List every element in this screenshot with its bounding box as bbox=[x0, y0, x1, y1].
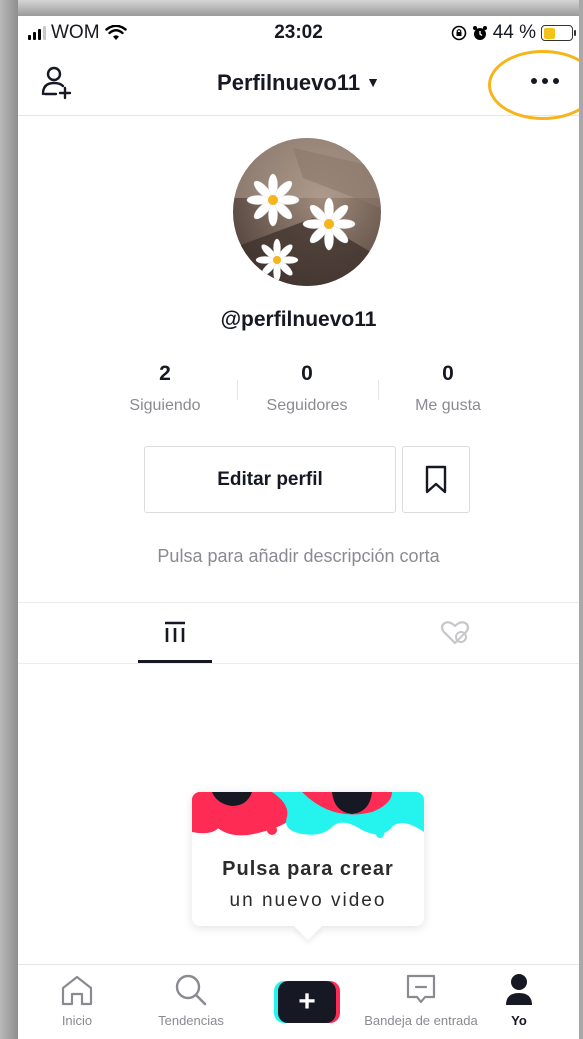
create-prompt-subtitle: un nuevo video bbox=[229, 890, 387, 911]
nav-me[interactable]: Yo bbox=[484, 973, 554, 1028]
bottom-navigation: Inicio Tendencias + Bandeja de entrada Y… bbox=[18, 964, 579, 1039]
profile-icon bbox=[506, 974, 532, 1005]
stat-value: 0 bbox=[442, 362, 454, 385]
favorites-button[interactable] bbox=[402, 446, 470, 513]
edit-profile-button[interactable]: Editar perfil bbox=[144, 446, 396, 513]
battery-icon bbox=[541, 25, 576, 41]
inbox-icon bbox=[406, 974, 436, 1004]
rotation-lock-icon bbox=[451, 25, 466, 41]
status-bar: WOM 23:02 44 % bbox=[18, 16, 579, 50]
nav-home-label: Inicio bbox=[61, 1013, 93, 1028]
create-video-prompt[interactable]: Pulsa para crear un nuevo video bbox=[192, 792, 424, 941]
stat-label: Me gusta bbox=[415, 397, 481, 414]
chevron-down-icon: ▼ bbox=[366, 74, 380, 90]
device-frame-left bbox=[0, 0, 18, 1039]
stat-label: Seguidores bbox=[266, 397, 348, 414]
profile-tabs bbox=[18, 602, 579, 664]
profile-header: Perfilnuevo11 ▼ bbox=[18, 50, 579, 116]
device-frame-top bbox=[0, 0, 583, 16]
stat-label: Siguiendo bbox=[129, 397, 201, 414]
home-icon bbox=[61, 975, 93, 1006]
nav-discover-label: Tendencias bbox=[158, 1013, 224, 1028]
nav-home[interactable]: Inicio bbox=[22, 973, 132, 1028]
liked-videos-icon bbox=[440, 621, 470, 645]
tab-videos[interactable] bbox=[138, 603, 212, 663]
username: @perfilnuevo11 bbox=[220, 308, 377, 331]
nav-me-label: Yo bbox=[511, 1013, 527, 1028]
plus-icon: + bbox=[278, 981, 336, 1023]
alarm-icon bbox=[472, 26, 487, 40]
status-right: 44 % bbox=[451, 22, 576, 44]
create-prompt-artwork bbox=[192, 792, 424, 854]
create-prompt-title: Pulsa para crear bbox=[222, 858, 394, 880]
stat-followers[interactable]: 0 Seguidores bbox=[232, 362, 382, 415]
nav-inbox[interactable]: Bandeja de entrada bbox=[356, 973, 486, 1028]
videos-grid-icon bbox=[165, 621, 185, 642]
account-switcher[interactable]: Perfilnuevo11 ▼ bbox=[18, 70, 579, 96]
stat-value: 0 bbox=[301, 362, 313, 385]
more-options-icon[interactable] bbox=[523, 64, 567, 98]
page-title: Perfilnuevo11 bbox=[217, 70, 361, 95]
phone-screen: WOM 23:02 44 % Perfilnuevo11 ▼ @perfilnu… bbox=[18, 16, 579, 1039]
battery-fill bbox=[543, 27, 556, 39]
tooltip-pointer bbox=[293, 911, 323, 941]
nav-inbox-label: Bandeja de entrada bbox=[364, 1013, 478, 1028]
device-frame-right bbox=[579, 0, 583, 1039]
stat-value: 2 bbox=[159, 362, 171, 385]
stat-following[interactable]: 2 Siguiendo bbox=[90, 362, 240, 415]
create-button[interactable]: + bbox=[274, 981, 340, 1023]
stat-likes[interactable]: 0 Me gusta bbox=[373, 362, 523, 415]
search-icon bbox=[175, 974, 207, 1006]
bio-placeholder[interactable]: Pulsa para añadir descripción corta bbox=[18, 546, 579, 567]
nav-discover[interactable]: Tendencias bbox=[136, 973, 246, 1028]
bookmark-icon bbox=[425, 465, 447, 493]
profile-stats: 2 Siguiendo 0 Seguidores 0 Me gusta bbox=[18, 362, 579, 422]
avatar[interactable] bbox=[233, 138, 381, 286]
tab-liked[interactable] bbox=[418, 603, 492, 663]
battery-percent: 44 % bbox=[492, 22, 536, 43]
